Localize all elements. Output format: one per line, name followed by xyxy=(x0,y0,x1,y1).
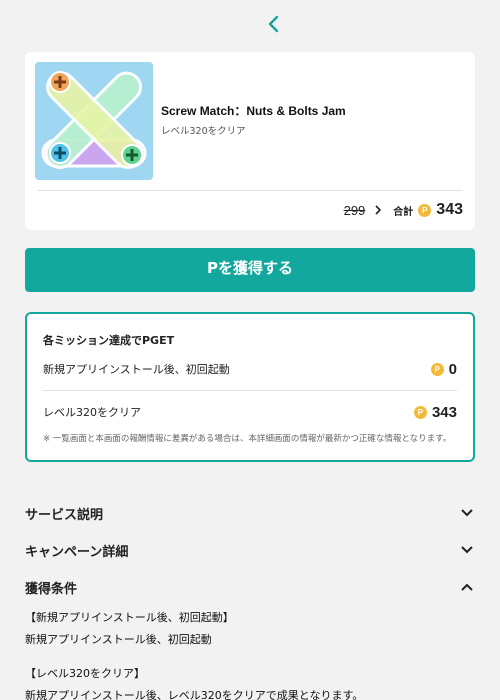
mission-title: 各ミッション達成でPGET xyxy=(43,334,175,347)
coin-icon: P xyxy=(430,362,444,376)
chevron-right-icon xyxy=(375,205,382,215)
section-label: サービス説明 xyxy=(25,507,104,523)
mission-box: 各ミッション達成でPGET 新規アプリインストール後、初回起動 P 0 レベル3… xyxy=(25,312,475,462)
condition-text: 新規アプリインストール後、レベル320をクリアで成果となります。 xyxy=(25,689,364,700)
app-subtitle: レベル320をクリア xyxy=(161,126,246,137)
mission-item-points: 0 xyxy=(448,360,457,378)
mission-item-label: レベル320をクリア xyxy=(43,406,141,419)
mission-item: 新規アプリインストール後、初回起動 P 0 xyxy=(43,357,457,381)
mission-item: レベル320をクリア P 343 xyxy=(43,400,457,424)
chevron-down-icon xyxy=(461,546,473,554)
chevron-down-icon xyxy=(461,509,473,517)
app-icon xyxy=(35,62,153,180)
price-row: 299 合計 P 343 xyxy=(344,198,463,222)
section-label: 獲得条件 xyxy=(25,581,78,597)
app-title: Screw Match：Nuts & Bolts Jam xyxy=(161,104,346,118)
condition-text: 新規アプリインストール後、初回起動 xyxy=(25,633,212,646)
mission-note: ※ 一覧画面と本画面の報酬情報に差異がある場合は、本詳細画面の情報が最新かつ正確… xyxy=(43,434,452,444)
section-acquisition-conditions[interactable]: 獲得条件 xyxy=(25,575,475,599)
get-points-button[interactable]: Pを獲得する xyxy=(25,248,475,292)
condition-heading: 【レベル320をクリア】 xyxy=(25,667,145,680)
mission-item-label: 新規アプリインストール後、初回起動 xyxy=(43,363,230,376)
section-service-description[interactable]: サービス説明 xyxy=(25,501,475,525)
divider xyxy=(43,390,457,391)
app-card: Screw Match：Nuts & Bolts Jam レベル320をクリア … xyxy=(25,52,475,230)
section-campaign-details[interactable]: キャンペーン詳細 xyxy=(25,538,475,562)
coin-icon: P xyxy=(418,203,432,217)
chevron-left-icon xyxy=(268,15,279,33)
condition-heading: 【新規アプリインストール後、初回起動】 xyxy=(25,611,234,624)
section-label: キャンペーン詳細 xyxy=(25,544,129,560)
total-label: 合計 xyxy=(393,206,414,218)
mission-item-points: 343 xyxy=(431,403,457,421)
coin-icon: P xyxy=(413,405,427,419)
total-points: 343 xyxy=(436,201,463,218)
divider xyxy=(37,190,463,191)
old-price: 299 xyxy=(343,202,366,218)
back-button[interactable] xyxy=(262,10,286,38)
chevron-up-icon xyxy=(461,583,473,591)
